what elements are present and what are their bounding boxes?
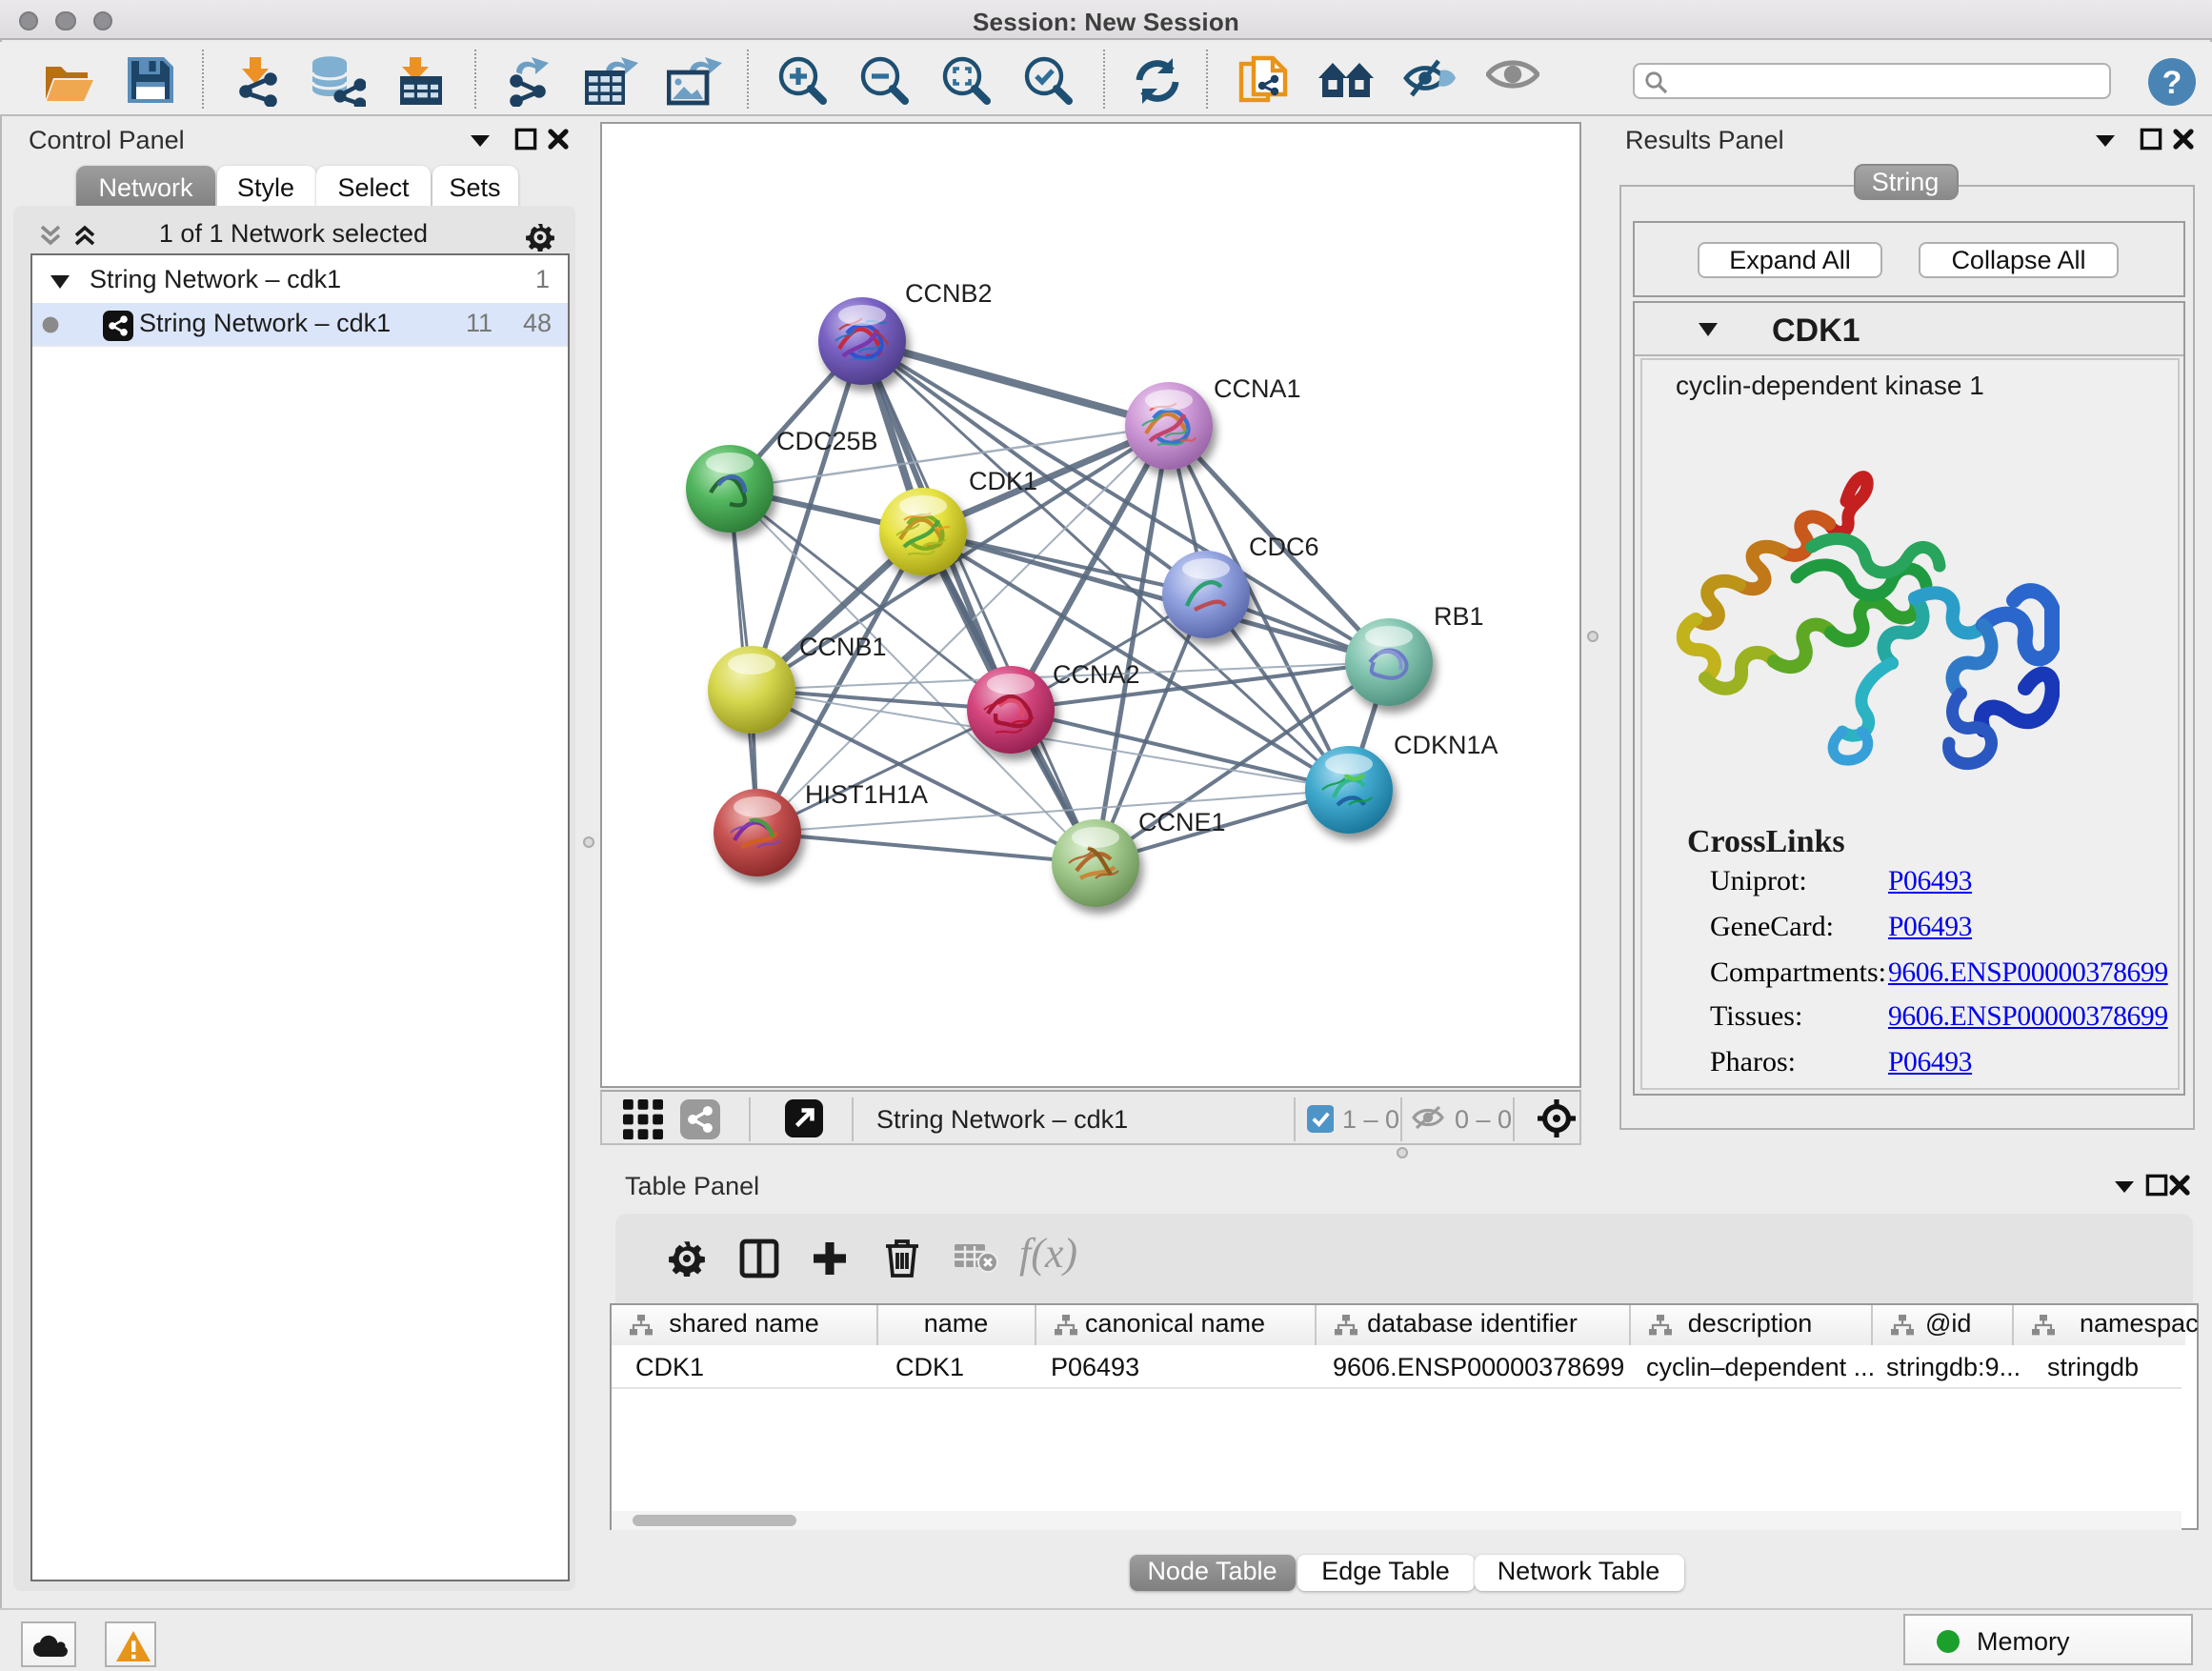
svg-text:?: ? [2162, 64, 2182, 100]
svg-text:HIST1H1A: HIST1H1A [804, 779, 927, 808]
svg-text:CCNA1: CCNA1 [1213, 373, 1300, 402]
svg-text:CDC6: CDC6 [1248, 532, 1318, 560]
svg-text:RB1: RB1 [1433, 601, 1483, 630]
svg-text:CDKN1A: CDKN1A [1393, 730, 1498, 758]
svg-text:CDK1: CDK1 [968, 466, 1036, 494]
svg-text:CCNA2: CCNA2 [1052, 659, 1139, 688]
svg-text:CCNB1: CCNB1 [798, 632, 886, 660]
svg-text:CDC25B: CDC25B [775, 426, 877, 454]
svg-text:CCNE1: CCNE1 [1137, 807, 1225, 836]
svg-text:CCNB2: CCNB2 [904, 278, 992, 307]
